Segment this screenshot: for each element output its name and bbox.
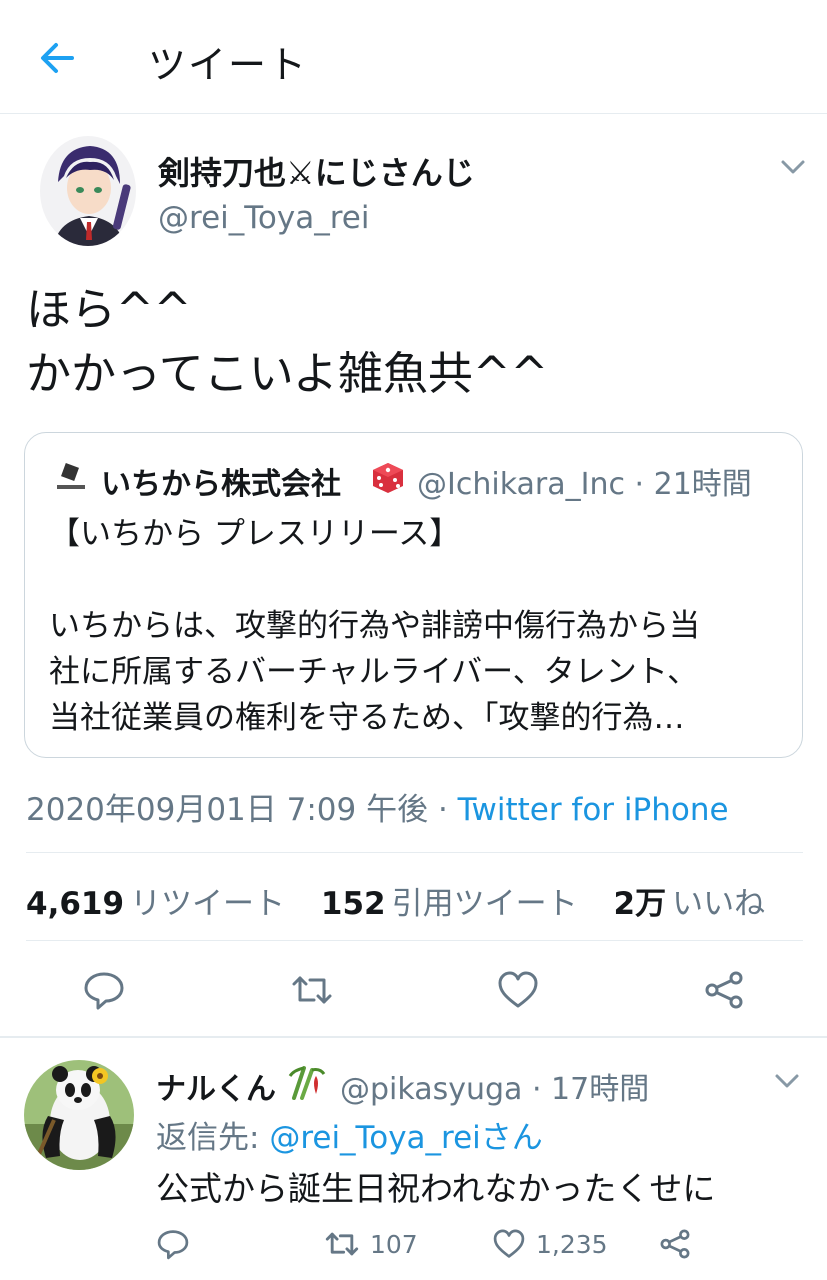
reply-icon	[84, 972, 124, 1010]
likes-count: 2万	[613, 886, 667, 922]
quoted-text: 【いちから プレスリリース】 いちからは、攻撃的行為や誹謗中傷行為から当 社に所…	[49, 511, 789, 741]
quoted-text-line: 当社従業員の権利を守るため、「攻撃的行為…	[49, 700, 685, 736]
reply-to-mention[interactable]: @rei_Toya_reiさん	[269, 1120, 542, 1156]
share-icon	[660, 1229, 690, 1259]
quoted-text-line: いちからは、攻撃的行為や誹謗中傷行為から当	[49, 608, 700, 644]
section-divider	[0, 1036, 827, 1038]
reply-author-avatar[interactable]	[24, 1060, 134, 1170]
quoted-meta: @Ichikara_Inc · 21時間	[417, 459, 752, 503]
quoted-text-line: 社に所属するバーチャルライバー、タレント、	[49, 654, 699, 690]
quoted-tweet-card[interactable]: いちから株式会社 @Ichikara_Inc · 21時間 【いちから プレスリ…	[24, 432, 803, 758]
share-button[interactable]	[702, 968, 746, 1012]
quotes-count: 152	[320, 886, 386, 922]
retweets-label: リツイート	[130, 886, 286, 922]
chevron-down-icon	[775, 1074, 799, 1088]
quoted-time: 21時間	[653, 467, 752, 502]
separator-dot: ·	[522, 1072, 552, 1107]
tweet-text: ほら^^ かかってこいよ雑魚共^^	[26, 278, 786, 406]
heart-icon	[493, 1229, 525, 1258]
author-display-name[interactable]: 剣持刀也⚔にじさんじ	[158, 148, 475, 194]
separator-dot: ·	[428, 792, 458, 828]
reply-share-button[interactable]	[658, 1224, 692, 1264]
tweet-menu-button[interactable]	[778, 152, 808, 182]
dice-icon	[373, 463, 403, 493]
author-avatar[interactable]	[40, 136, 136, 246]
reply-button[interactable]	[82, 968, 126, 1012]
separator-dot: ·	[625, 467, 654, 502]
divider	[26, 852, 803, 853]
like-button[interactable]	[496, 968, 540, 1012]
reply-time: 17時間	[551, 1072, 650, 1107]
likes-stat[interactable]: 2万 いいね	[614, 878, 766, 923]
reply-meta: @pikasyuga · 17時間	[340, 1064, 649, 1108]
tweet-stats: 4,619 リツイート 152 引用ツイート 2万 いいね	[26, 878, 791, 923]
share-icon	[705, 971, 743, 1009]
reply-to-line: 返信先: @rei_Toya_reiさん	[156, 1112, 543, 1157]
reply-text: 公式から誕生日祝われなかったくせに	[156, 1169, 716, 1208]
reply-icon	[157, 1230, 189, 1260]
reply-reply-button[interactable]	[156, 1224, 190, 1264]
reply-retweet-count: 107	[370, 1229, 418, 1259]
quoted-text-line: 【いちから プレスリリース】	[49, 516, 461, 552]
divider	[26, 940, 803, 941]
tweet-text-line: ほら^^	[26, 283, 192, 336]
page-title: ツイート	[148, 43, 309, 87]
reply-to-prefix: 返信先:	[156, 1120, 270, 1156]
tweet-timestamp-row: 2020年09月01日 7:09 午後 · Twitter for iPhone	[26, 784, 729, 829]
quotes-stat[interactable]: 152 引用ツイート	[321, 878, 578, 923]
tweet-text-line: かかってこいよ雑魚共^^	[26, 347, 549, 400]
reply-like-count: 1,235	[536, 1229, 608, 1259]
likes-label: いいね	[672, 886, 766, 922]
retweet-icon	[325, 1232, 359, 1256]
heart-icon	[498, 971, 538, 1008]
retweet-icon	[292, 976, 332, 1004]
reply-author-name[interactable]: ナルくん	[156, 1064, 276, 1108]
tweet-source-link[interactable]: Twitter for iPhone	[458, 792, 729, 828]
reply-author-handle[interactable]: @pikasyuga	[340, 1072, 522, 1107]
chevron-down-icon	[781, 160, 805, 174]
retweet-button[interactable]	[290, 968, 334, 1012]
quotes-label: 引用ツイート	[391, 886, 578, 922]
reply-retweet-button[interactable]: 107	[324, 1224, 418, 1264]
back-button[interactable]	[36, 36, 80, 80]
reply-menu-button[interactable]	[772, 1066, 802, 1096]
quoted-text-line	[49, 557, 789, 603]
reply-like-button[interactable]: 1,235	[492, 1224, 608, 1264]
tweet-timestamp: 2020年09月01日 7:09 午後	[26, 792, 429, 828]
retweets-count: 4,619	[26, 886, 125, 922]
ichikara-logo	[57, 463, 85, 489]
retweets-stat[interactable]: 4,619 リツイート	[26, 878, 285, 923]
quoted-handle: @Ichikara_Inc	[417, 467, 625, 502]
bamboo-icon	[288, 1066, 326, 1100]
top-bar: ツイート	[0, 0, 827, 114]
author-handle[interactable]: @rei_Toya_rei	[158, 200, 369, 236]
arrow-left-icon	[41, 43, 74, 73]
quoted-author-name: いちから株式会社	[101, 467, 341, 502]
